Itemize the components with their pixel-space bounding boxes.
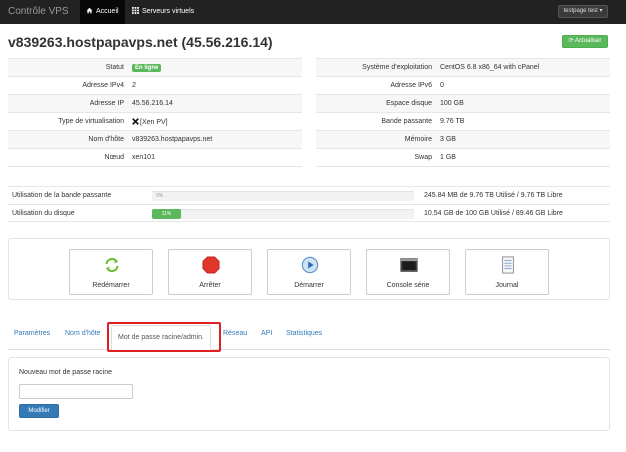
info-row-node: Nœud xen101 xyxy=(8,148,302,167)
info-value: xen101 xyxy=(128,148,302,167)
info-label: Nœud xyxy=(8,148,128,167)
info-value: 3 GB xyxy=(436,130,610,149)
disk-progress-fill: 11% xyxy=(152,209,181,219)
tab-hostname[interactable]: Nom d'hôte xyxy=(65,330,101,337)
disk-usage-label: Utilisation du disque xyxy=(12,210,75,217)
home-icon xyxy=(86,7,93,14)
virtualization-type: [Xen PV] xyxy=(140,118,168,126)
info-value: 9.76 TB xyxy=(436,112,610,131)
tab-parameters[interactable]: Paramètres xyxy=(14,330,50,337)
new-root-password-label: Nouveau mot de passe racine xyxy=(19,369,112,376)
status-badge: En ligne xyxy=(132,63,162,72)
server-actions-panel: Redémarrer Arrêter Démarrer Console séri… xyxy=(8,238,610,300)
serial-console-button[interactable]: Console série xyxy=(366,249,450,295)
info-label: Nom d'hôte xyxy=(8,130,128,149)
user-menu-button[interactable]: testpage test ▾ xyxy=(558,5,608,18)
nav-item-home[interactable]: Accueil xyxy=(80,0,125,24)
bandwidth-percent: 0% xyxy=(156,193,164,199)
info-row-disk: Espace disque 100 GB xyxy=(316,94,610,113)
info-row-status: Statut En ligne xyxy=(8,58,302,77)
info-label: Type de virtualisation xyxy=(8,112,128,131)
restart-icon xyxy=(105,257,119,273)
info-row-swap: Swap 1 GB xyxy=(316,148,610,167)
journal-icon xyxy=(502,256,514,274)
stop-icon xyxy=(202,256,220,274)
info-value: v839263.hostpapavps.net xyxy=(128,130,302,149)
info-row-ipv4: Adresse IPv4 2 xyxy=(8,76,302,95)
info-label: Swap xyxy=(316,148,436,167)
info-value: [Xen PV] xyxy=(128,112,302,131)
serial-console-label: Console série xyxy=(386,282,430,289)
info-label: Statut xyxy=(8,58,128,77)
grid-icon xyxy=(132,7,139,14)
info-label: Adresse IPv4 xyxy=(8,76,128,95)
info-row-os: Système d'exploitation CentOS 6.8 x86_64 … xyxy=(316,58,610,77)
caret-down-icon: ▾ xyxy=(599,8,603,14)
tab-api[interactable]: API xyxy=(261,330,272,337)
brand-title[interactable]: Contrôle VPS xyxy=(8,6,69,17)
disk-progress-bar: 11% xyxy=(152,209,414,219)
journal-label: Journal xyxy=(495,282,519,289)
tab-statistics[interactable]: Statistiques xyxy=(286,330,322,337)
modify-button[interactable]: Modifier xyxy=(19,404,59,418)
nav-item-home-label: Accueil xyxy=(96,8,119,15)
user-menu-label: testpage test xyxy=(563,8,598,14)
refresh-label: Actualiser xyxy=(575,38,602,44)
bandwidth-progress-bar: 0% xyxy=(152,191,414,201)
info-label: Espace disque xyxy=(316,94,436,113)
console-icon xyxy=(400,258,418,272)
disk-usage-info: 10.54 GB de 100 GB Utilisé / 89.46 GB Li… xyxy=(424,210,563,217)
info-value: 0 xyxy=(436,76,610,95)
info-value: 2 xyxy=(128,76,302,95)
info-row-memory: Mémoire 3 GB xyxy=(316,130,610,149)
info-row-hostname: Nom d'hôte v839263.hostpapavps.net xyxy=(8,130,302,149)
root-password-form: Nouveau mot de passe racine Modifier xyxy=(8,357,610,431)
play-icon xyxy=(301,256,319,274)
bandwidth-usage-info: 245.84 MB de 9.76 TB Utilisé / 9.76 TB L… xyxy=(424,192,563,199)
restart-label: Redémarrer xyxy=(92,282,130,289)
stop-button[interactable]: Arrêter xyxy=(168,249,252,295)
info-row-ip: Adresse IP 45.56.216.14 xyxy=(8,94,302,113)
start-label: Démarrer xyxy=(294,282,324,289)
server-info-right-table: Système d'exploitation CentOS 6.8 x86_64 … xyxy=(316,58,610,167)
info-value: 100 GB xyxy=(436,94,610,113)
active-tab-highlight-box xyxy=(107,322,221,352)
info-value: CentOS 6.8 x86_64 with cPanel xyxy=(436,58,610,77)
nav-item-virtual-servers-label: Serveurs virtuels xyxy=(142,8,195,15)
new-root-password-input[interactable] xyxy=(19,384,133,399)
restart-button[interactable]: Redémarrer xyxy=(69,249,153,295)
info-label: Système d'exploitation xyxy=(316,58,436,77)
stop-label: Arrêter xyxy=(199,282,221,289)
info-label: Adresse IP xyxy=(8,94,128,113)
info-label: Adresse IPv6 xyxy=(316,76,436,95)
info-label: Mémoire xyxy=(316,130,436,149)
journal-button[interactable]: Journal xyxy=(465,249,549,295)
page-title: v839263.hostpapavps.net (45.56.216.14) xyxy=(8,34,273,50)
info-value: 45.56.216.14 xyxy=(128,94,302,113)
bandwidth-usage-label: Utilisation de la bande passante xyxy=(12,192,112,199)
info-label: Bande passante xyxy=(316,112,436,131)
settings-tabs: Paramètres Nom d'hôte Mot de passe racin… xyxy=(8,322,610,351)
info-row-bandwidth: Bande passante 9.76 TB xyxy=(316,112,610,131)
info-row-ipv6: Adresse IPv6 0 xyxy=(316,76,610,95)
refresh-icon: ⟳ xyxy=(568,38,574,44)
disk-usage-row: Utilisation du disque 11% 10.54 GB de 10… xyxy=(8,204,610,222)
info-value: En ligne xyxy=(128,58,302,77)
info-value: 1 GB xyxy=(436,148,610,167)
info-row-virtualization: Type de virtualisation [Xen PV] xyxy=(8,112,302,131)
xen-logo-icon xyxy=(132,117,139,125)
tab-network[interactable]: Réseau xyxy=(223,330,247,337)
top-navbar: Contrôle VPS Accueil Serveurs virtuels t… xyxy=(0,0,626,24)
refresh-button[interactable]: ⟳ Actualiser xyxy=(562,35,608,48)
start-button[interactable]: Démarrer xyxy=(267,249,351,295)
server-info-left-table: Statut En ligne Adresse IPv4 2 Adresse IP 4… xyxy=(8,58,302,167)
bandwidth-usage-row: Utilisation de la bande passante 0% 245.… xyxy=(8,186,610,204)
nav-item-virtual-servers[interactable]: Serveurs virtuels xyxy=(126,0,200,24)
